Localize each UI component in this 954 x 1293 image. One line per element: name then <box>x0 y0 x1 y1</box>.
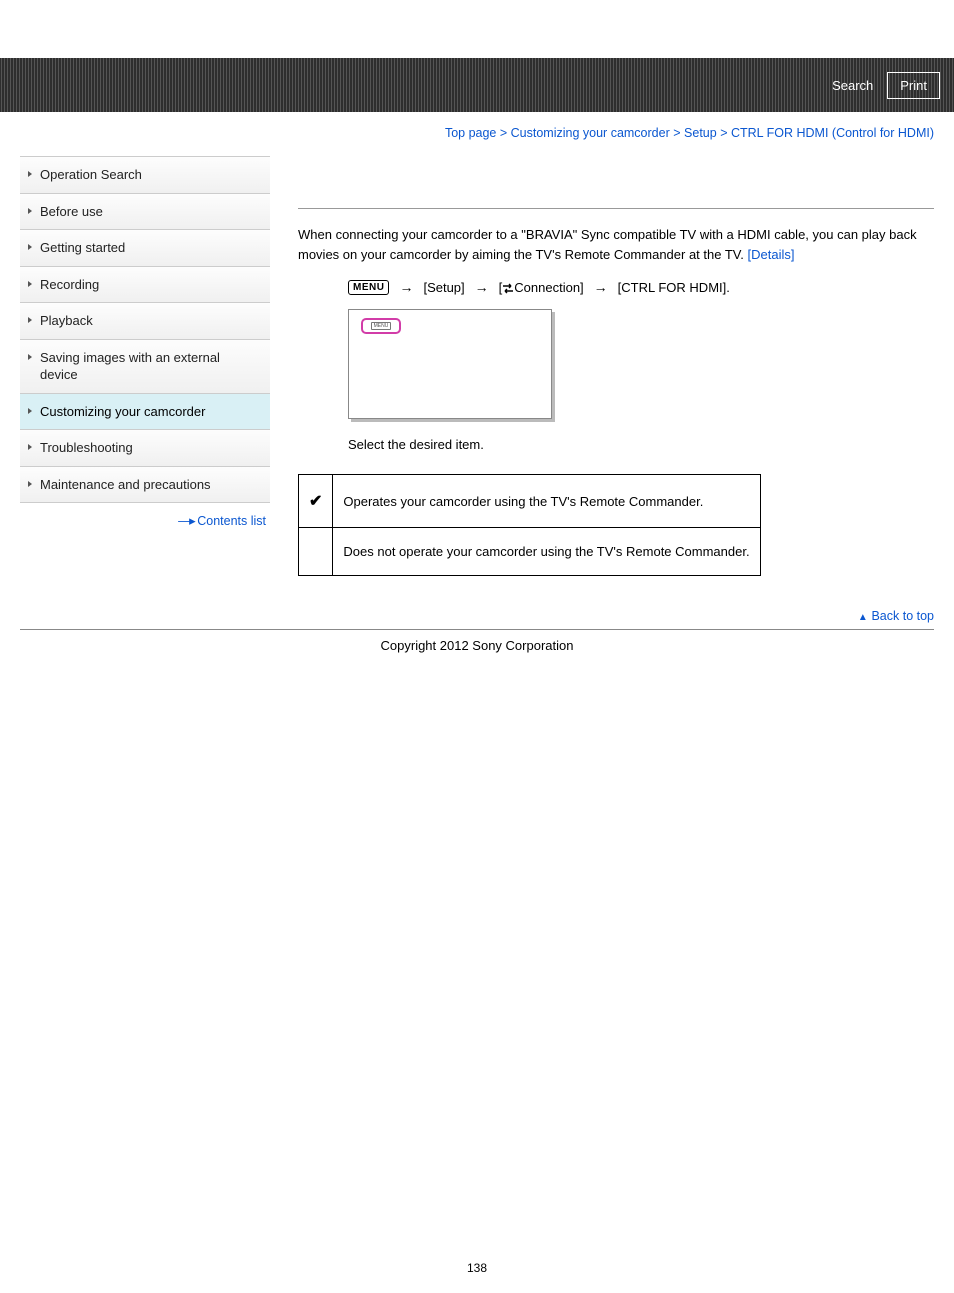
arrow-right-icon: → <box>475 279 489 295</box>
check-icon: ✔ <box>299 475 333 528</box>
copyright-text: Copyright 2012 Sony Corporation <box>0 630 954 653</box>
arrow-right-icon: —▸ <box>178 513 194 528</box>
search-button[interactable]: Search <box>828 73 877 98</box>
sidebar-item[interactable]: Customizing your camcorder <box>20 394 270 431</box>
options-table: ✔Operates your camcorder using the TV's … <box>298 474 761 576</box>
path-setup: [Setup] <box>423 280 464 295</box>
breadcrumb-sep: > <box>500 126 507 140</box>
intro-text: When connecting your camcorder to a "BRA… <box>298 227 917 262</box>
select-instruction: Select the desired item. <box>348 437 934 452</box>
triangle-up-icon: ▲ <box>858 612 868 623</box>
back-to-top-link[interactable]: Back to top <box>871 609 934 623</box>
contents-list-wrap: —▸ Contents list <box>20 503 270 529</box>
menu-icon: MENU <box>348 280 389 295</box>
option-description: Operates your camcorder using the TV's R… <box>333 475 760 528</box>
breadcrumb-link-customizing[interactable]: Customizing your camcorder <box>511 126 670 140</box>
table-row: Does not operate your camcorder using th… <box>299 528 761 576</box>
breadcrumb-link-top[interactable]: Top page <box>445 126 496 140</box>
sidebar-item[interactable]: Saving images with an external device <box>20 340 270 394</box>
arrow-right-icon: → <box>594 279 608 295</box>
sidebar-item[interactable]: Getting started <box>20 230 270 267</box>
sidebar: Operation SearchBefore useGetting starte… <box>20 156 270 529</box>
header-band: Search Print <box>0 58 954 112</box>
contents-list-link[interactable]: Contents list <box>197 514 266 528</box>
sidebar-item[interactable]: Operation Search <box>20 157 270 194</box>
option-description: Does not operate your camcorder using th… <box>333 528 760 576</box>
page-number: 138 <box>0 1261 954 1275</box>
path-connection: Connection] <box>514 280 583 295</box>
divider <box>298 208 934 209</box>
path-ctrl: [CTRL FOR HDMI]. <box>618 280 730 295</box>
screen-highlight: MENU <box>361 318 401 334</box>
sidebar-item[interactable]: Maintenance and precautions <box>20 467 270 504</box>
empty-cell <box>299 528 333 576</box>
connection-icon <box>502 280 514 295</box>
screen-illustration: MENU <box>348 309 552 419</box>
path-connection-wrap: [Connection] <box>499 280 584 295</box>
breadcrumb-link-setup[interactable]: Setup <box>684 126 717 140</box>
back-to-top-wrap: ▲ Back to top <box>0 576 954 629</box>
intro-paragraph: When connecting your camcorder to a "BRA… <box>298 225 934 265</box>
sidebar-item[interactable]: Playback <box>20 303 270 340</box>
print-button[interactable]: Print <box>887 72 940 99</box>
sidebar-item[interactable]: Recording <box>20 267 270 304</box>
menu-path: MENU → [Setup] → [Connection] → [CTRL FO… <box>348 279 934 295</box>
sidebar-item[interactable]: Troubleshooting <box>20 430 270 467</box>
breadcrumb: Top page > Customizing your camcorder > … <box>0 112 954 140</box>
sidebar-item[interactable]: Before use <box>20 194 270 231</box>
table-row: ✔Operates your camcorder using the TV's … <box>299 475 761 528</box>
main-content: When connecting your camcorder to a "BRA… <box>298 156 934 576</box>
breadcrumb-sep: > <box>720 126 727 140</box>
breadcrumb-link-current[interactable]: CTRL FOR HDMI (Control for HDMI) <box>731 126 934 140</box>
nav-list: Operation SearchBefore useGetting starte… <box>20 156 270 503</box>
details-link[interactable]: [Details] <box>748 247 795 262</box>
screen-menu-label: MENU <box>371 322 392 330</box>
arrow-right-icon: → <box>399 279 413 295</box>
breadcrumb-sep: > <box>673 126 680 140</box>
